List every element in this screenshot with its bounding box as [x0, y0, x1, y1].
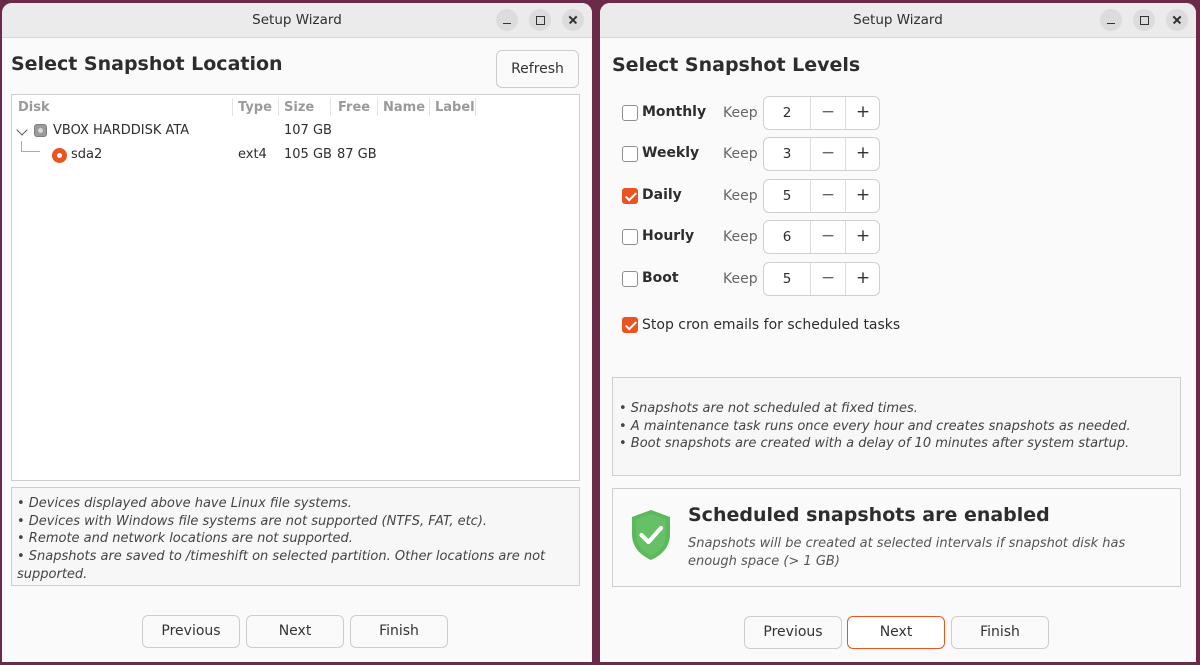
- stop-cron-emails-label[interactable]: Stop cron emails for scheduled tasks: [642, 317, 900, 333]
- note-line: • Snapshots are saved to /timeshift on s…: [17, 549, 546, 565]
- boot-keep-stepper[interactable]: 5 − +: [763, 262, 880, 296]
- plus-icon[interactable]: +: [845, 263, 880, 295]
- level-label[interactable]: Weekly: [642, 145, 699, 161]
- stepper-value[interactable]: 5: [764, 188, 810, 204]
- setup-wizard-window-location: Setup Wizard Select Snapshot Location Re…: [2, 3, 592, 662]
- status-title: Scheduled snapshots are enabled: [688, 504, 1050, 526]
- plus-icon[interactable]: +: [845, 221, 880, 253]
- plus-icon[interactable]: +: [845, 180, 880, 212]
- level-label[interactable]: Monthly: [642, 104, 706, 120]
- close-icon[interactable]: [562, 9, 584, 31]
- column-header-label[interactable]: Label: [435, 100, 475, 115]
- stepper-value[interactable]: 3: [764, 146, 810, 162]
- disk-size: 107 GB: [284, 123, 332, 138]
- daily-keep-stepper[interactable]: 5 − +: [763, 179, 880, 213]
- minus-icon[interactable]: −: [810, 180, 845, 212]
- maximize-icon[interactable]: [1133, 9, 1155, 31]
- hourly-checkbox[interactable]: [622, 229, 638, 245]
- minimize-icon[interactable]: [496, 9, 518, 31]
- titlebar[interactable]: Setup Wizard: [600, 3, 1196, 38]
- keep-label: Keep: [723, 105, 758, 121]
- column-header-size[interactable]: Size: [284, 100, 314, 115]
- schedule-notes: • Snapshots are not scheduled at fixed t…: [612, 377, 1181, 476]
- note-line: • Snapshots are not scheduled at fixed t…: [619, 401, 918, 416]
- column-header-name[interactable]: Name: [383, 100, 425, 115]
- location-notes: • Devices displayed above have Linux fil…: [11, 487, 580, 586]
- hourly-keep-stepper[interactable]: 6 − +: [763, 220, 880, 254]
- harddisk-icon: [34, 124, 47, 137]
- keep-label: Keep: [723, 146, 758, 162]
- partition-type: ext4: [238, 147, 267, 162]
- column-header-type[interactable]: Type: [238, 100, 272, 115]
- level-label[interactable]: Daily: [642, 187, 682, 203]
- boot-checkbox[interactable]: [622, 271, 638, 287]
- finish-button[interactable]: Finish: [350, 615, 448, 648]
- keep-label: Keep: [723, 188, 758, 204]
- note-line: • A maintenance task runs once every hou…: [619, 418, 1131, 434]
- page-title: Select Snapshot Levels: [612, 54, 861, 76]
- shield-check-icon: [632, 510, 670, 560]
- daily-checkbox[interactable]: [622, 188, 638, 204]
- column-header-disk[interactable]: Disk: [18, 100, 50, 115]
- weekly-keep-stepper[interactable]: 3 − +: [763, 137, 880, 171]
- status-description: Snapshots will be created at selected in…: [688, 536, 1126, 569]
- note-line: • Devices with Windows file systems are …: [17, 513, 488, 529]
- note-line: • Boot snapshots are created with a dela…: [619, 436, 1130, 452]
- finish-button[interactable]: Finish: [951, 616, 1049, 649]
- tree-connector: [21, 141, 40, 152]
- stop-cron-emails-checkbox[interactable]: [622, 317, 638, 333]
- weekly-checkbox[interactable]: [622, 146, 638, 162]
- stepper-value[interactable]: 5: [764, 271, 810, 287]
- note-line: supported.: [17, 566, 88, 582]
- plus-icon[interactable]: +: [845, 138, 880, 170]
- next-button[interactable]: Next: [246, 615, 344, 648]
- radio-selected-icon[interactable]: [52, 148, 67, 163]
- note-line: • Remote and network locations are not s…: [17, 531, 353, 547]
- refresh-button[interactable]: Refresh: [496, 50, 579, 88]
- partition-size: 105 GB: [284, 147, 332, 162]
- setup-wizard-window-levels: Setup Wizard Select Snapshot Levels Mont…: [600, 3, 1196, 662]
- minus-icon[interactable]: −: [810, 263, 845, 295]
- partition-free: 87 GB: [337, 147, 377, 162]
- previous-button[interactable]: Previous: [744, 616, 842, 649]
- partition-name: sda2: [71, 147, 103, 162]
- titlebar[interactable]: Setup Wizard: [2, 3, 592, 38]
- next-button[interactable]: Next: [847, 616, 945, 649]
- keep-label: Keep: [723, 229, 758, 245]
- monthly-checkbox[interactable]: [622, 105, 638, 121]
- stepper-value[interactable]: 2: [764, 105, 810, 121]
- column-header-free[interactable]: Free: [338, 100, 370, 115]
- minimize-icon[interactable]: [1100, 9, 1122, 31]
- page-title: Select Snapshot Location: [11, 53, 283, 75]
- stepper-value[interactable]: 6: [764, 229, 810, 245]
- minus-icon[interactable]: −: [810, 97, 845, 129]
- status-panel: Scheduled snapshots are enabled Snapshot…: [612, 488, 1181, 587]
- level-label[interactable]: Boot: [642, 270, 679, 286]
- disk-table[interactable]: Disk Type Size Free Name Label VBOX HARD…: [11, 94, 580, 481]
- level-label[interactable]: Hourly: [642, 228, 694, 244]
- keep-label: Keep: [723, 271, 758, 287]
- note-line: • Devices displayed above have Linux fil…: [17, 496, 352, 511]
- minus-icon[interactable]: −: [810, 221, 845, 253]
- disk-name: VBOX HARDDISK ATA: [53, 123, 190, 138]
- monthly-keep-stepper[interactable]: 2 − +: [763, 96, 880, 130]
- close-icon[interactable]: [1166, 9, 1188, 31]
- maximize-icon[interactable]: [529, 9, 551, 31]
- plus-icon[interactable]: +: [845, 97, 880, 129]
- minus-icon[interactable]: −: [810, 138, 845, 170]
- chevron-down-icon[interactable]: [16, 124, 28, 136]
- previous-button[interactable]: Previous: [142, 615, 240, 648]
